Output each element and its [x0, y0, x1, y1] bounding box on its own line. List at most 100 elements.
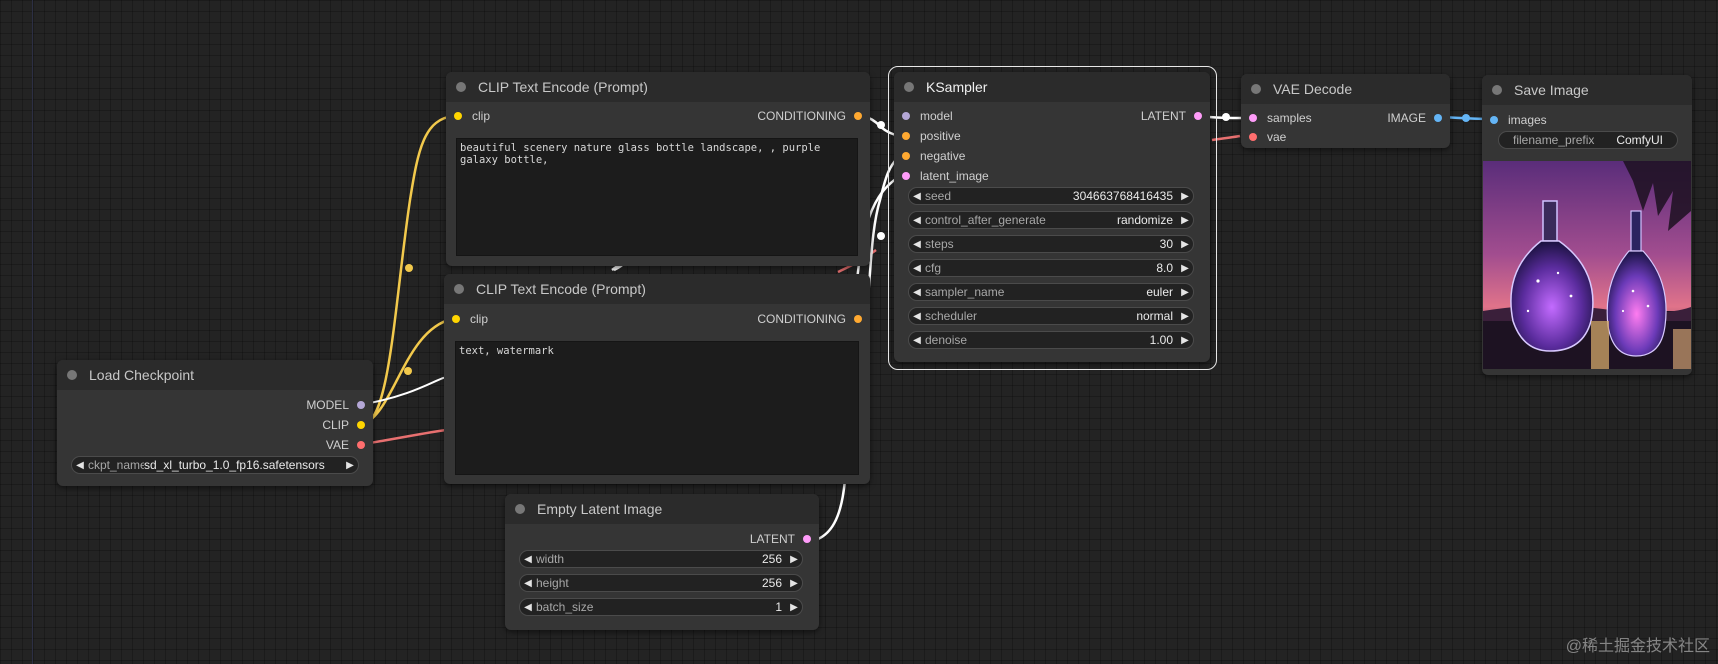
- output-slot-clip[interactable]: CLIP: [322, 417, 365, 433]
- output-slot-vae[interactable]: VAE: [326, 437, 365, 453]
- conditioning-pin-icon[interactable]: [902, 132, 910, 140]
- control-after-generate-widget[interactable]: ◀ control_after_generate randomize ▶: [908, 211, 1194, 229]
- arrow-right-icon[interactable]: ▶: [1177, 263, 1193, 274]
- node-title-bar[interactable]: Empty Latent Image: [505, 494, 819, 524]
- load-checkpoint-node[interactable]: Load Checkpoint MODEL CLIP VAE ◀ ckpt_na…: [57, 360, 373, 486]
- node-title-bar[interactable]: CLIP Text Encode (Prompt): [446, 72, 870, 102]
- arrow-left-icon[interactable]: ◀: [909, 335, 925, 346]
- link-clip-positive: [363, 114, 456, 426]
- latent-pin-icon[interactable]: [1194, 112, 1202, 120]
- collapse-dot-icon[interactable]: [456, 82, 466, 92]
- node-title-bar[interactable]: KSampler: [894, 72, 1210, 102]
- output-slot-latent[interactable]: LATENT: [1141, 108, 1202, 124]
- arrow-right-icon[interactable]: ▶: [1177, 311, 1193, 322]
- arrow-left-icon[interactable]: ◀: [520, 602, 536, 613]
- seed-widget[interactable]: ◀ seed 304663768416435 ▶: [908, 187, 1194, 205]
- vae-decode-node[interactable]: VAE Decode samples vae IMAGE: [1241, 74, 1450, 148]
- output-slot-conditioning[interactable]: CONDITIONING: [757, 108, 862, 124]
- denoise-widget[interactable]: ◀ denoise 1.00 ▶: [908, 331, 1194, 349]
- arrow-right-icon[interactable]: ▶: [1177, 335, 1193, 346]
- arrow-right-icon[interactable]: ▶: [1177, 191, 1193, 202]
- model-pin-icon[interactable]: [357, 401, 365, 409]
- node-title: Load Checkpoint: [89, 367, 195, 383]
- save-image-node[interactable]: Save Image images filename_prefix ComfyU…: [1482, 75, 1692, 375]
- collapse-dot-icon[interactable]: [67, 370, 77, 380]
- vae-pin-icon[interactable]: [1249, 133, 1257, 141]
- collapse-dot-icon[interactable]: [454, 284, 464, 294]
- input-slot-clip[interactable]: clip: [454, 108, 490, 124]
- input-slot-clip[interactable]: clip: [452, 311, 488, 327]
- arrow-right-icon[interactable]: ▶: [1177, 239, 1193, 250]
- image-pin-icon[interactable]: [1490, 116, 1498, 124]
- cfg-widget[interactable]: ◀ cfg 8.0 ▶: [908, 259, 1194, 277]
- vae-pin-icon[interactable]: [357, 441, 365, 449]
- conditioning-pin-icon[interactable]: [902, 152, 910, 160]
- arrow-left-icon[interactable]: ◀: [909, 287, 925, 298]
- node-title-bar[interactable]: Save Image: [1482, 75, 1692, 105]
- node-title-bar[interactable]: Load Checkpoint: [57, 360, 373, 390]
- input-slot-negative[interactable]: negative: [902, 148, 965, 164]
- widget-label: sampler_name: [925, 285, 1005, 299]
- prompt-textarea[interactable]: beautiful scenery nature glass bottle la…: [456, 138, 858, 256]
- arrow-right-icon[interactable]: ▶: [1177, 287, 1193, 298]
- node-title-bar[interactable]: CLIP Text Encode (Prompt): [444, 274, 870, 304]
- clip-pin-icon[interactable]: [454, 112, 462, 120]
- batch-size-widget[interactable]: ◀ batch_size 1 ▶: [519, 598, 803, 616]
- latent-pin-icon[interactable]: [803, 535, 811, 543]
- input-slot-images[interactable]: images: [1490, 112, 1547, 128]
- arrow-left-icon[interactable]: ◀: [520, 578, 536, 589]
- input-slot-latent-image[interactable]: latent_image: [902, 168, 989, 184]
- width-widget[interactable]: ◀ width 256 ▶: [519, 550, 803, 568]
- arrow-right-icon[interactable]: ▶: [1177, 215, 1193, 226]
- model-pin-icon[interactable]: [902, 112, 910, 120]
- collapse-dot-icon[interactable]: [904, 82, 914, 92]
- latent-pin-icon[interactable]: [902, 172, 910, 180]
- arrow-left-icon[interactable]: ◀: [909, 263, 925, 274]
- clip-pin-icon[interactable]: [452, 315, 460, 323]
- node-title: CLIP Text Encode (Prompt): [478, 79, 648, 95]
- output-slot-model[interactable]: MODEL: [306, 397, 365, 413]
- input-slot-positive[interactable]: positive: [902, 128, 961, 144]
- output-slot-latent[interactable]: LATENT: [750, 531, 811, 547]
- filename-prefix-field[interactable]: filename_prefix ComfyUI: [1498, 131, 1678, 149]
- collapse-dot-icon[interactable]: [515, 504, 525, 514]
- slot-label: VAE: [325, 438, 349, 452]
- clip-text-encode-positive-node[interactable]: CLIP Text Encode (Prompt) clip CONDITION…: [446, 72, 870, 266]
- latent-pin-icon[interactable]: [1249, 114, 1257, 122]
- arrow-right-icon[interactable]: ▶: [786, 554, 802, 565]
- height-widget[interactable]: ◀ height 256 ▶: [519, 574, 803, 592]
- conditioning-pin-icon[interactable]: [854, 315, 862, 323]
- node-title-bar[interactable]: VAE Decode: [1241, 74, 1450, 104]
- watermark-text: @稀土掘金技术社区: [1565, 638, 1710, 655]
- empty-latent-image-node[interactable]: Empty Latent Image LATENT ◀ width 256 ▶ …: [505, 494, 819, 630]
- input-slot-samples[interactable]: samples: [1249, 110, 1312, 126]
- input-slot-model[interactable]: model: [902, 108, 953, 124]
- clip-pin-icon[interactable]: [357, 421, 365, 429]
- sampler-name-widget[interactable]: ◀ sampler_name euler ▶: [908, 283, 1194, 301]
- slot-label: positive: [920, 129, 961, 143]
- input-slot-vae[interactable]: vae: [1249, 129, 1286, 145]
- output-image-preview[interactable]: [1483, 161, 1691, 369]
- clip-text-encode-negative-node[interactable]: CLIP Text Encode (Prompt) clip CONDITION…: [444, 274, 870, 484]
- link-vae: [363, 428, 447, 446]
- steps-widget[interactable]: ◀ steps 30 ▶: [908, 235, 1194, 253]
- collapse-dot-icon[interactable]: [1492, 85, 1502, 95]
- arrow-right-icon[interactable]: ▶: [786, 602, 802, 613]
- arrow-right-icon[interactable]: ▶: [786, 578, 802, 589]
- arrow-left-icon[interactable]: ◀: [520, 554, 536, 565]
- output-slot-image[interactable]: IMAGE: [1387, 110, 1442, 126]
- prompt-textarea[interactable]: text, watermark: [455, 341, 859, 475]
- ksampler-node[interactable]: KSampler model positive negative latent_…: [894, 72, 1210, 362]
- arrow-left-icon[interactable]: ◀: [909, 311, 925, 322]
- arrow-left-icon[interactable]: ◀: [909, 191, 925, 202]
- conditioning-pin-icon[interactable]: [854, 112, 862, 120]
- collapse-dot-icon[interactable]: [1251, 84, 1261, 94]
- image-pin-icon[interactable]: [1434, 114, 1442, 122]
- ckpt-name-combo[interactable]: ◀ ckpt_name sd_xl_turbo_1.0_fp16.safeten…: [71, 456, 359, 474]
- output-slot-conditioning[interactable]: CONDITIONING: [757, 311, 862, 327]
- arrow-left-icon[interactable]: ◀: [909, 239, 925, 250]
- arrow-left-icon[interactable]: ◀: [72, 460, 88, 471]
- scheduler-widget[interactable]: ◀ scheduler normal ▶: [908, 307, 1194, 325]
- arrow-right-icon[interactable]: ▶: [342, 460, 358, 471]
- arrow-left-icon[interactable]: ◀: [909, 215, 925, 226]
